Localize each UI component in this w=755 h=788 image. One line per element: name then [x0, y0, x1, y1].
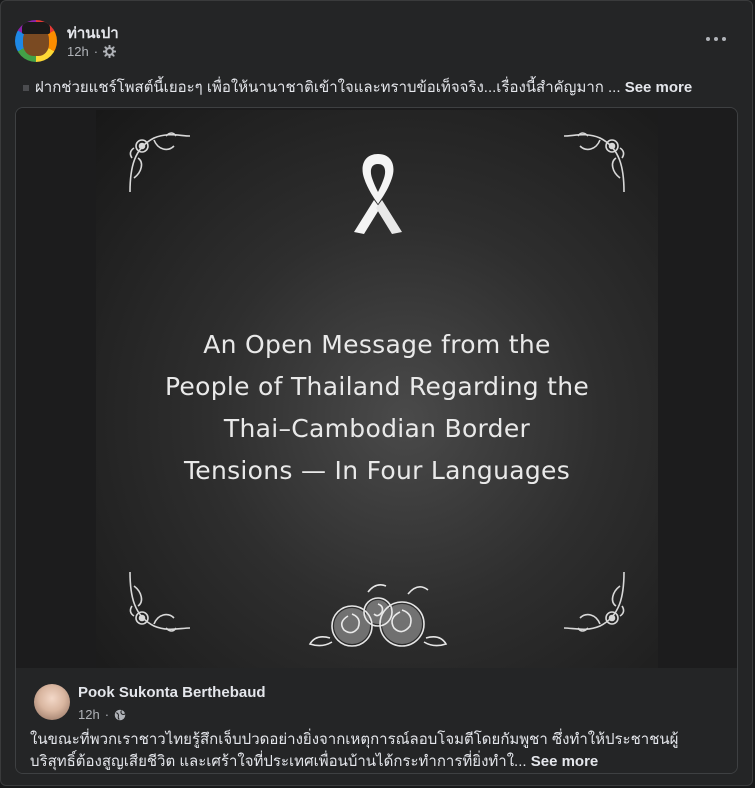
corner-ornament-top-right [563, 132, 625, 193]
poster-title-line: An Open Message from the [203, 330, 551, 359]
shared-post-text-line: ในขณะที่พวกเราชาวไทยรู้สึกเจ็บปวดอย่างยิ… [30, 731, 679, 748]
post-time[interactable]: 12h [67, 44, 89, 59]
poster-title-line: People of Thailand Regarding the [164, 372, 590, 401]
shared-post-text: ในขณะที่พวกเราชาวไทยรู้สึกเจ็บปวดอย่างยิ… [30, 729, 730, 773]
post-card: ท่านเปา 12h · ฝากช่วยแชร์โพสต์นี้เยอะๆ เ… [0, 0, 753, 786]
post-text: ฝากช่วยแชร์โพสต์นี้เยอะๆ เพื่อให้นานาชาต… [23, 75, 692, 99]
see-more-link[interactable]: See more [625, 79, 693, 96]
more-horizontal-icon [714, 37, 718, 41]
author-avatar[interactable] [15, 20, 57, 62]
poster-title: An Open Message from the People of Thail… [96, 324, 658, 492]
avatar-hat [22, 22, 50, 34]
shared-post-text-line-2: บริสุทธิ์ต้องสูญเสียชีวิต และเศร้าใจที่ป… [30, 751, 730, 773]
corner-ornament-top-left [129, 132, 191, 193]
more-horizontal-icon [722, 37, 726, 41]
poster-title-line: Tensions — In Four Languages [183, 456, 571, 485]
more-horizontal-icon [706, 37, 710, 41]
shared-author-avatar[interactable] [34, 684, 70, 720]
awareness-ribbon-icon [354, 154, 402, 234]
bullet-icon [23, 85, 29, 92]
poster-title-line: Thai–Cambodian Border [223, 414, 531, 443]
shared-post-time[interactable]: 12h [78, 707, 100, 722]
more-options-button[interactable] [698, 27, 734, 51]
see-more-link[interactable]: See more [531, 753, 599, 770]
shared-post-meta: 12h · [78, 707, 126, 722]
roses-ornament [308, 584, 448, 647]
meta-separator: · [93, 44, 99, 59]
corner-ornament-bottom-left [129, 571, 191, 632]
post-text-body: ฝากช่วยแชร์โพสต์นี้เยอะๆ เพื่อให้นานาชาต… [35, 79, 621, 96]
globe-icon[interactable] [114, 709, 126, 721]
shared-post-text-body: บริสุทธิ์ต้องสูญเสียชีวิต และเศร้าใจที่ป… [30, 753, 527, 770]
meta-separator: · [104, 707, 110, 722]
corner-ornament-bottom-right [563, 571, 625, 632]
post-meta: 12h · [67, 44, 117, 59]
shared-post-image[interactable]: An Open Message from the People of Thail… [96, 110, 658, 670]
shared-post[interactable]: An Open Message from the People of Thail… [15, 107, 738, 774]
shared-author-name[interactable]: Pook Sukonta Berthebaud [78, 684, 266, 701]
shared-post-media[interactable]: An Open Message from the People of Thail… [16, 108, 737, 670]
gear-icon[interactable] [103, 45, 117, 58]
shared-post-footer: Pook Sukonta Berthebaud 12h · ในขณะที่พว… [16, 668, 737, 773]
author-name[interactable]: ท่านเปา [67, 21, 119, 45]
